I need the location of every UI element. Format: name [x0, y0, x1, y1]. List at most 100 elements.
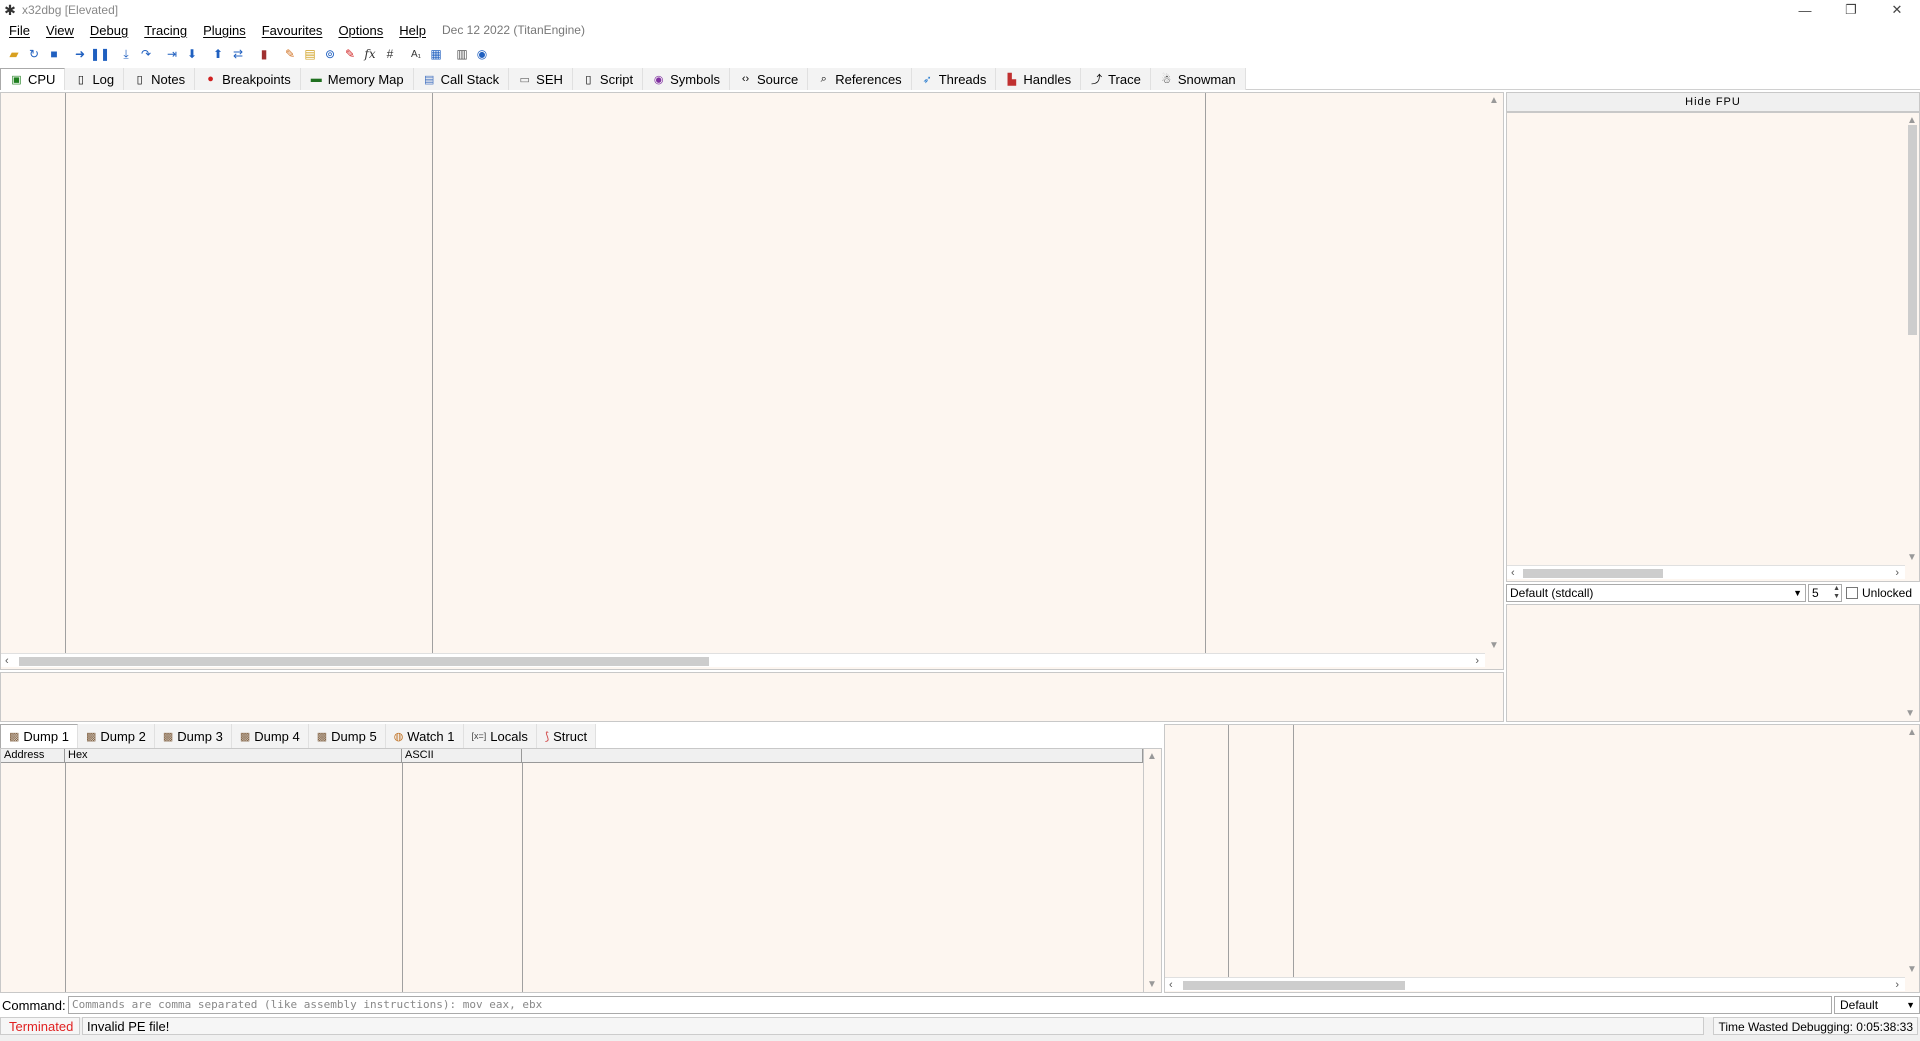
comment-icon[interactable]: ▤ — [300, 44, 320, 64]
command-mode-select[interactable]: Default ▼ — [1834, 996, 1920, 1014]
menu-plugins[interactable]: Plugins — [195, 23, 254, 38]
breakpoint-icon: ● — [207, 73, 214, 85]
checkbox-box[interactable] — [1846, 587, 1858, 599]
disassembly-panel[interactable]: ▲ ▼ ‹ › — [0, 92, 1504, 670]
tab-symbols[interactable]: ◉ Symbols — [643, 68, 730, 90]
command-label: Command: — [2, 997, 66, 1013]
step-into-icon[interactable]: ⤓ — [116, 44, 136, 64]
chevron-right-icon[interactable]: › — [1895, 978, 1899, 992]
chevron-up-icon[interactable]: ▲ — [1907, 727, 1917, 738]
tab-memory-map[interactable]: ▬ Memory Map — [300, 68, 414, 90]
status-bar: Terminated Invalid PE file! Time Wasted … — [0, 1017, 1920, 1041]
disassembly-vscroll[interactable]: ▲ ▼ — [1487, 93, 1501, 653]
tab-log[interactable]: ▯ Log — [65, 68, 125, 90]
chevron-down-icon: ▼ — [1906, 1000, 1915, 1010]
chevron-left-icon[interactable]: ‹ — [5, 654, 9, 668]
column-header-address[interactable]: Address — [1, 749, 65, 763]
tab-snowman[interactable]: ☃ Snowman — [1150, 68, 1246, 90]
label-icon[interactable]: ⊚ — [320, 44, 340, 64]
registers-vscroll[interactable]: ▲ ▼ — [1905, 113, 1919, 565]
hide-fpu-button[interactable]: Hide FPU — [1506, 92, 1920, 112]
menu-favourites[interactable]: Favourites — [254, 23, 331, 38]
tab-cpu[interactable]: ▣ CPU — [0, 68, 66, 90]
maximize-button[interactable]: ❐ — [1828, 0, 1874, 20]
open-icon[interactable]: ▰ — [4, 44, 24, 64]
tab-dump-5[interactable]: ▩ Dump 5 — [308, 724, 386, 748]
tab-source[interactable]: ‹› Source — [730, 68, 809, 90]
chevron-down-icon[interactable]: ▼ — [1907, 552, 1917, 563]
bookmark-icon[interactable]: ✎ — [340, 44, 360, 64]
chevron-up-icon[interactable]: ▲ — [1147, 751, 1157, 762]
arg-count-stepper[interactable]: 5 ▲ ▼ — [1808, 584, 1842, 602]
trace-over-icon[interactable]: ⬇ — [182, 44, 202, 64]
menu-help[interactable]: Help — [391, 23, 434, 38]
chevron-down-icon[interactable]: ▼ — [1907, 964, 1917, 975]
pause-icon[interactable]: ❚❚ — [90, 44, 110, 64]
tab-seh[interactable]: ▭ SEH — [509, 68, 573, 90]
menu-options[interactable]: Options — [330, 23, 391, 38]
dump-vscroll[interactable]: ▲ ▼ — [1145, 749, 1159, 992]
menu-tracing[interactable]: Tracing — [136, 23, 195, 38]
bug-icon: ✱ — [4, 1, 16, 18]
run-to-user-code-icon[interactable]: ⇄ — [228, 44, 248, 64]
execute-till-return-icon[interactable]: ⬆ — [208, 44, 228, 64]
chevron-down-icon[interactable]: ▼ — [1905, 708, 1915, 719]
tab-dump-3[interactable]: ▩ Dump 3 — [154, 724, 232, 748]
restart-icon[interactable]: ↻ — [24, 44, 44, 64]
tab-call-stack[interactable]: ▤ Call Stack — [413, 68, 510, 90]
trace-into-icon[interactable]: ⇥ — [162, 44, 182, 64]
globe-icon[interactable]: ◉ — [472, 44, 492, 64]
tab-notes[interactable]: ▯ Notes — [124, 68, 196, 90]
registers-hscroll[interactable]: ‹ › — [1507, 565, 1905, 579]
tab-breakpoints[interactable]: ● Breakpoints — [195, 68, 301, 90]
tab-dump-2[interactable]: ▩ Dump 2 — [77, 724, 155, 748]
tab-locals[interactable]: [x=] Locals — [463, 724, 537, 748]
menu-view[interactable]: View — [38, 23, 82, 38]
menu-debug[interactable]: Debug — [82, 23, 136, 38]
chevron-right-icon[interactable]: › — [1475, 654, 1479, 668]
dump-icon: ▩ — [239, 730, 251, 743]
tab-trace[interactable]: ⤴ Trace — [1081, 68, 1151, 90]
close-button[interactable]: ✕ — [1874, 0, 1920, 20]
stack-vscroll[interactable]: ▲ ▼ — [1905, 725, 1919, 977]
status-state: Terminated — [0, 1017, 80, 1035]
calling-convention-select[interactable]: Default (stdcall) ▼ — [1506, 584, 1806, 602]
tab-handles[interactable]: ▙ Handles — [996, 68, 1082, 90]
stack-panel[interactable]: ▲ ▼ ‹ › — [1164, 724, 1920, 993]
minimize-button[interactable]: — — [1782, 0, 1828, 20]
run-icon[interactable]: ➜ — [70, 44, 90, 64]
spin-arrows-icon[interactable]: ▲ ▼ — [1833, 585, 1840, 601]
tab-script[interactable]: ▯ Script — [572, 68, 644, 90]
chevron-right-icon[interactable]: › — [1895, 566, 1899, 580]
step-over-icon[interactable]: ↷ — [136, 44, 156, 64]
memory-icon[interactable]: ▦ — [426, 44, 446, 64]
tab-threads[interactable]: ➶ Threads — [911, 68, 997, 90]
registers-panel[interactable]: ▲ ▼ ‹ › — [1506, 112, 1920, 582]
chevron-up-icon[interactable]: ▲ — [1489, 95, 1499, 106]
chevron-down-icon[interactable]: ▼ — [1147, 979, 1157, 990]
trace-icon: ⤴ — [1091, 74, 1103, 86]
calculator-icon[interactable]: ▥ — [452, 44, 472, 64]
function-icon[interactable]: fx — [360, 44, 380, 64]
tab-dump-1[interactable]: ▩ Dump 1 — [0, 724, 78, 748]
tab-dump-4[interactable]: ▩ Dump 4 — [231, 724, 309, 748]
command-input[interactable]: Commands are comma separated (like assem… — [68, 996, 1832, 1014]
column-header-hex[interactable]: Hex — [65, 749, 402, 763]
scylla-icon[interactable]: ▮ — [254, 44, 274, 64]
disassembly-hscroll[interactable]: ‹ › — [1, 653, 1485, 667]
chevron-left-icon[interactable]: ‹ — [1169, 978, 1173, 992]
font-icon[interactable]: A₁ — [406, 44, 426, 64]
stop-icon[interactable]: ■ — [44, 44, 64, 64]
column-header-ascii[interactable]: ASCII — [402, 749, 522, 763]
tab-watch-1[interactable]: ◍ Watch 1 — [385, 724, 464, 748]
hash-icon[interactable]: # — [380, 44, 400, 64]
stack-hscroll[interactable]: ‹ › — [1165, 977, 1905, 991]
unlocked-checkbox[interactable]: Unlocked — [1846, 584, 1912, 602]
menu-file[interactable]: File — [0, 23, 38, 38]
patch-icon[interactable]: ✎ — [280, 44, 300, 64]
chevron-left-icon[interactable]: ‹ — [1511, 566, 1515, 580]
tab-references[interactable]: ⌕ References — [808, 68, 912, 90]
tab-struct[interactable]: ⟆ Struct — [536, 724, 597, 748]
dump-panel[interactable]: Address Hex ASCII ▲ ▼ — [0, 748, 1162, 993]
chevron-down-icon[interactable]: ▼ — [1489, 640, 1499, 651]
